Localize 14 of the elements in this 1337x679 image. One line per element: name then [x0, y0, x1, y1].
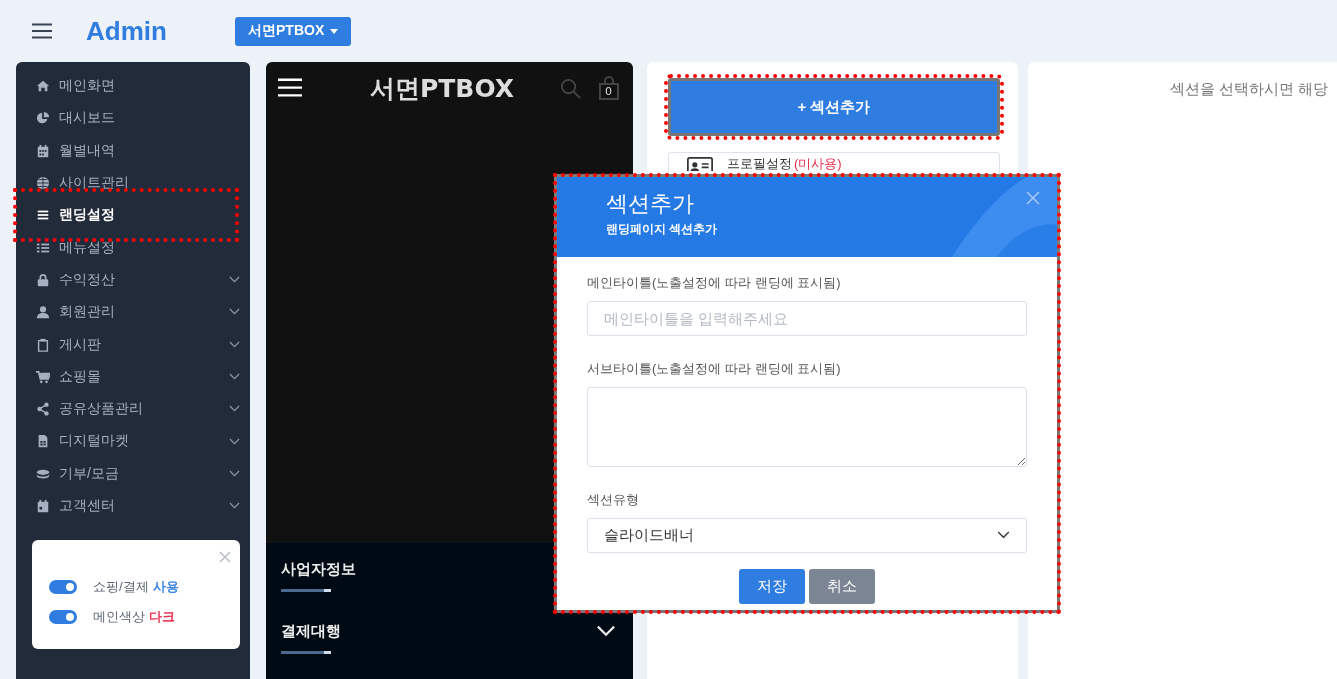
toggle-label: 쇼핑/결제 [93, 578, 149, 597]
field-label: 서브타이틀(노출설정에 따라 랜딩에 표시됨) [587, 360, 842, 375]
hint-text: 섹션을 선택하시면 해당 [1170, 80, 1329, 97]
site-title: 서면PTBOX [368, 72, 516, 105]
status-text: (미사용) [794, 157, 842, 171]
modal-title: 섹션추가 [606, 190, 695, 218]
toggle-label: 메인색상 [93, 608, 145, 627]
cart-count: 0 [605, 85, 612, 98]
status-text: 다크 [149, 608, 175, 627]
modal-subtitle: 랜딩페이지 섹션추가 [606, 221, 718, 238]
field-label: 메인타이틀(노출설정에 따라 랜딩에 표시됨) [587, 274, 842, 289]
field-label: 섹션유형 [587, 491, 640, 506]
status-text: 사용 [152, 578, 179, 597]
section-name: 프로필설정 [727, 157, 792, 171]
